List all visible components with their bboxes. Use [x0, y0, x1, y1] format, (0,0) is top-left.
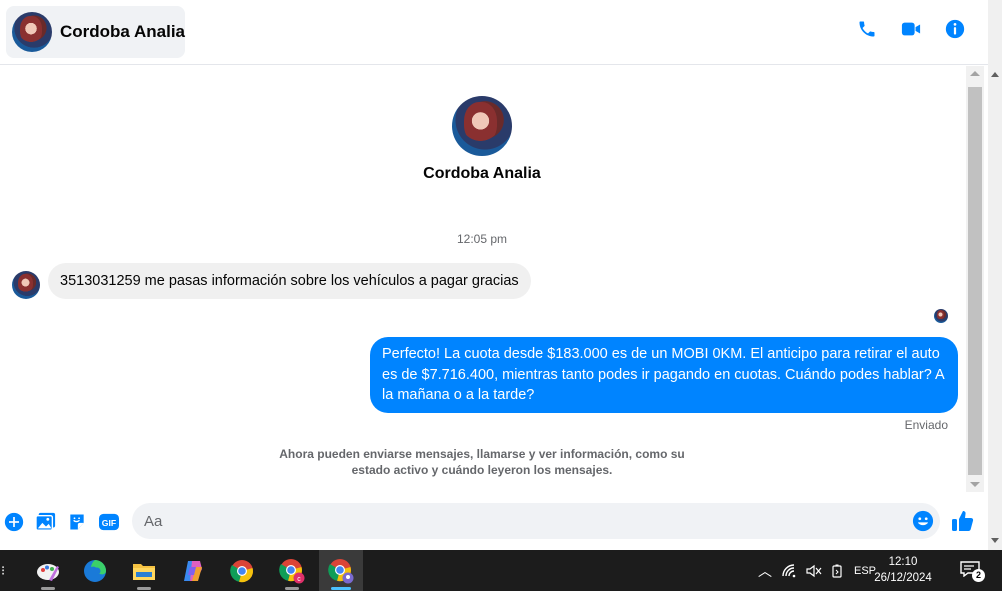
privacy-notice: Ahora pueden enviarse mensajes, llamarse… [279, 447, 685, 477]
wifi-icon[interactable] [782, 563, 798, 578]
sender-avatar [12, 271, 40, 299]
contact-name: Cordoba Analia [60, 22, 185, 41]
chrome-profile-2-icon[interactable] [319, 550, 363, 591]
read-receipt-avatar [934, 309, 948, 323]
app-running-indicator [137, 587, 151, 590]
gif-label: GIF [102, 518, 116, 528]
message-timestamp: 12:05 pm [456, 232, 508, 246]
taskbar-clock[interactable]: 12:10 26/12/2024 [858, 554, 948, 586]
contact-avatar [12, 12, 52, 52]
window-scroll-down-arrow[interactable] [991, 538, 999, 543]
header-actions [856, 18, 966, 40]
message-input[interactable] [132, 503, 940, 539]
battery-icon[interactable] [830, 564, 844, 578]
sent-status: Enviado [904, 418, 948, 432]
chrome-icon[interactable] [220, 550, 264, 591]
app-active-indicator [331, 587, 351, 590]
clock-date: 26/12/2024 [874, 572, 932, 584]
contact-header-button[interactable]: Cordoba Analia [6, 6, 185, 58]
app-running-indicator [285, 587, 299, 590]
profile-name: Cordoba Analia [423, 165, 541, 182]
app-running-indicator [41, 587, 55, 590]
emoji-icon[interactable] [912, 510, 934, 532]
scroll-up-arrow[interactable] [970, 71, 980, 76]
window-scrollbar[interactable] [988, 0, 1002, 550]
volume-muted-icon[interactable] [806, 564, 822, 578]
chat-header: Cordoba Analia [0, 0, 988, 65]
edge-icon[interactable] [73, 550, 117, 591]
phone-icon[interactable] [856, 18, 878, 40]
profile-avatar[interactable] [452, 96, 512, 156]
incoming-message-bubble[interactable]: 3513031259 me pasas información sobre lo… [48, 263, 531, 299]
sticker-icon[interactable] [66, 511, 88, 533]
thumbs-up-icon[interactable] [951, 509, 975, 533]
scroll-down-arrow[interactable] [970, 482, 980, 487]
photo-icon[interactable] [35, 511, 57, 533]
thread-scrollbar[interactable] [966, 66, 984, 492]
window-scroll-up-arrow[interactable] [991, 72, 999, 77]
gif-icon[interactable]: GIF [98, 511, 120, 533]
taskbar-edge-mark: ⁝ [1, 563, 6, 578]
copilot-icon[interactable] [171, 550, 215, 591]
info-icon[interactable] [944, 18, 966, 40]
chrome-profile-icon[interactable]: c [270, 550, 314, 591]
message-thread: Cordoba Analia 12:05 pm 3513031259 me pa… [0, 65, 966, 495]
chevron-up-icon[interactable]: ︿ [758, 561, 772, 581]
file-explorer-icon[interactable] [122, 550, 166, 591]
notification-count-badge: 2 [972, 569, 985, 582]
add-icon[interactable] [3, 511, 25, 533]
video-camera-icon[interactable] [900, 18, 922, 40]
messenger-window: Cordoba Analia Cordoba Analia 12:05 pm 3… [0, 0, 1002, 591]
outgoing-message-bubble[interactable]: Perfecto! La cuota desde $183.000 es de … [370, 337, 958, 413]
scroll-thumb[interactable] [968, 87, 982, 475]
clock-time: 12:10 [888, 556, 918, 568]
windows-taskbar: ⁝ c ︿ ESP 12:10 26/12/2024 2 [0, 550, 1002, 591]
notification-center-icon[interactable]: 2 [960, 561, 985, 582]
message-composer: GIF [0, 497, 988, 545]
svg-text:c: c [297, 576, 301, 583]
paint-app-icon[interactable] [26, 550, 70, 591]
